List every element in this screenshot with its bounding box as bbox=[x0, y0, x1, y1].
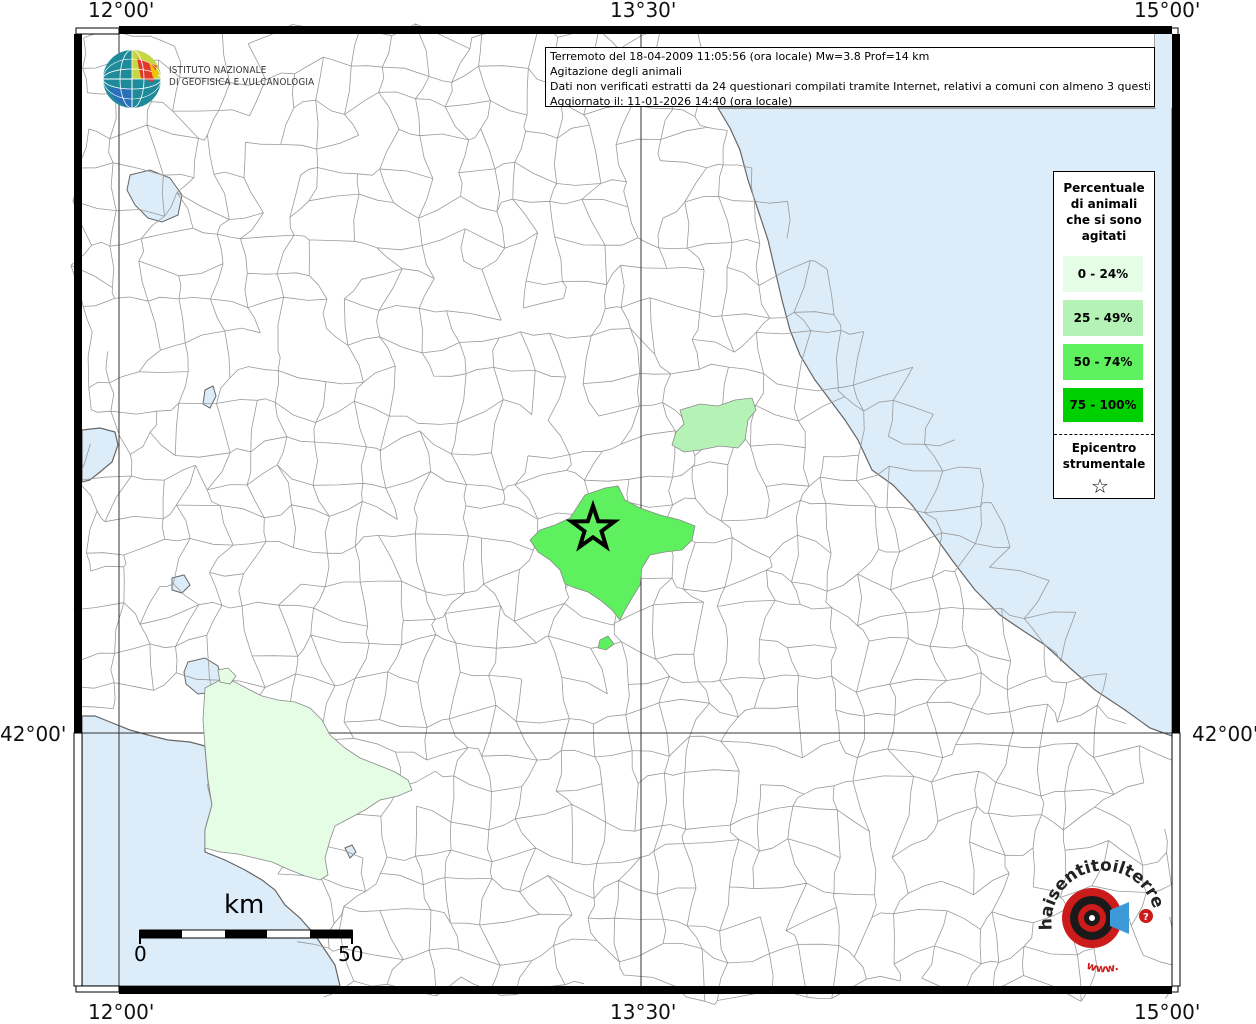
ingv-logo-line1: ISTITUTO NAZIONALE bbox=[169, 65, 267, 76]
ingv-logo-line2: DI GEOFISICA E VULCANOLOGIA bbox=[169, 77, 315, 88]
haisentito-badge[interactable]: ? haisentitoilterremoto.it www. bbox=[1025, 845, 1174, 976]
lon-label-bottom-left: 12°00' bbox=[88, 1000, 155, 1024]
ingv-globe-icon bbox=[102, 49, 162, 109]
lat-label-right: 42°00' bbox=[1192, 722, 1256, 746]
lon-label-top-mid: 13°30' bbox=[610, 0, 677, 22]
lon-label-top-left: 12°00' bbox=[88, 0, 155, 22]
legend-epicenter-label: Epicentro strumentale bbox=[1054, 440, 1154, 472]
ingv-logo-text: ISTITUTO NAZIONALE DI GEOFISICA E VULCAN… bbox=[169, 65, 314, 89]
legend-class-50-74[interactable]: 50 - 74% bbox=[1063, 344, 1143, 380]
haisentito-www: www. bbox=[1085, 959, 1120, 975]
event-info-line4: Aggiornato il: 11-01-2026 14:40 (ora loc… bbox=[550, 95, 793, 108]
scale-start-label: 0 bbox=[134, 942, 147, 966]
lon-label-bottom-mid: 13°30' bbox=[610, 1000, 677, 1024]
lon-label-bottom-right: 15°00' bbox=[1134, 1000, 1201, 1024]
legend-class-label: 75 - 100% bbox=[1069, 398, 1137, 412]
scale-unit: km bbox=[224, 890, 265, 920]
legend-class-label: 50 - 74% bbox=[1073, 355, 1133, 369]
legend-class-label: 0 - 24% bbox=[1077, 267, 1129, 281]
event-info-line1: Terremoto del 18-04-2009 11:05:56 (ora l… bbox=[550, 50, 930, 63]
scale-bar: km 0 50 bbox=[132, 888, 372, 978]
legend-title-line: agitati bbox=[1081, 229, 1127, 243]
legend-divider bbox=[1054, 434, 1154, 435]
legend-title-line: che si sono bbox=[1066, 213, 1142, 227]
legend-title-line: Percentuale bbox=[1063, 181, 1145, 195]
legend-class-label: 25 - 49% bbox=[1073, 311, 1133, 325]
legend-class-25-49[interactable]: 25 - 49% bbox=[1063, 300, 1143, 336]
svg-text:?: ? bbox=[1143, 912, 1149, 923]
scale-end-label: 50 bbox=[338, 942, 364, 966]
legend-class-0-24[interactable]: 0 - 24% bbox=[1063, 256, 1143, 292]
legend-title: Percentuale di animali che si sono agita… bbox=[1054, 180, 1154, 244]
adriatic-sea-top bbox=[1155, 34, 1172, 108]
legend-star-icon: ☆ bbox=[1091, 474, 1109, 498]
legend-epicenter-line: Epicentro bbox=[1071, 441, 1137, 455]
legend-title-line: di animali bbox=[1070, 197, 1138, 211]
event-info-line3: Dati non verificati estratti da 24 quest… bbox=[550, 80, 1150, 93]
legend-class-75-100[interactable]: 75 - 100% bbox=[1063, 388, 1143, 422]
ingv-logo[interactable]: ISTITUTO NAZIONALE DI GEOFISICA E VULCAN… bbox=[101, 48, 321, 110]
scale-bar-graphic bbox=[139, 929, 353, 944]
lon-label-top-right: 15°00' bbox=[1134, 0, 1201, 22]
legend-epicenter-line: strumentale bbox=[1062, 457, 1146, 471]
legend-box: Percentuale di animali che si sono agita… bbox=[1053, 171, 1155, 499]
event-info-box: Terremoto del 18-04-2009 11:05:56 (ora l… bbox=[545, 47, 1155, 108]
haisentito-badge-graphic: ? haisentitoilterremoto.it www. bbox=[1025, 845, 1168, 976]
event-info-line2: Agitazione degli animali bbox=[550, 65, 683, 78]
lat-label-left: 42°00' bbox=[0, 722, 67, 746]
